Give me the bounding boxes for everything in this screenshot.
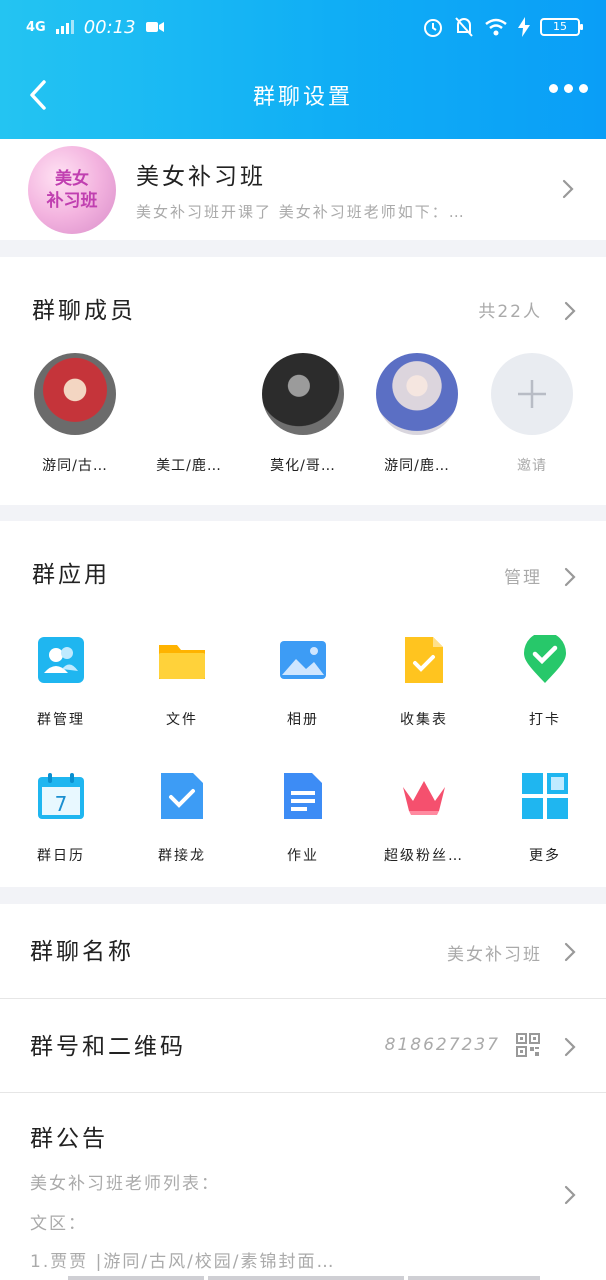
apps-title: 群应用 bbox=[32, 562, 110, 588]
alarm-icon bbox=[424, 19, 442, 37]
dot-icon bbox=[549, 84, 558, 93]
app-label: 收集表 bbox=[400, 712, 448, 728]
signal-icon bbox=[55, 20, 74, 34]
app-more[interactable]: 更多 bbox=[495, 771, 595, 865]
app-super-fans[interactable]: 超级粉丝… bbox=[374, 771, 474, 865]
app-label: 相册 bbox=[287, 712, 319, 728]
group-notice-row[interactable]: 群公告 美女补习班老师列表： 文区： 1.贾贾 |游同/古风/校园/素锦封面… bbox=[0, 1093, 606, 1280]
chevron-right-icon bbox=[562, 179, 574, 199]
app-collect-form[interactable]: 收集表 bbox=[374, 635, 474, 729]
member-avatar bbox=[148, 353, 230, 435]
member-avatar bbox=[262, 353, 344, 435]
page-title: 群聊设置 bbox=[252, 85, 353, 110]
dot-icon bbox=[579, 84, 588, 93]
scroll-indicator bbox=[408, 1276, 540, 1280]
nav-bar: 群聊设置 bbox=[0, 70, 606, 120]
invite-label: 邀请 bbox=[517, 458, 547, 474]
crown-icon bbox=[403, 781, 445, 815]
group-latest-message: 美女补习班开课了 美女补习班老师如下：… bbox=[136, 203, 466, 221]
charging-icon bbox=[518, 17, 530, 37]
group-info-card[interactable]: 美女 补习班 美女补习班 美女补习班开课了 美女补习班老师如下：… bbox=[0, 139, 606, 240]
app-header: 4G 00:13 15 群聊设置 bbox=[0, 0, 606, 139]
app-calendar[interactable]: 7 群日历 bbox=[11, 771, 111, 865]
group-number-label: 群号和二维码 bbox=[30, 1034, 186, 1060]
network-indicator: 4G bbox=[26, 19, 46, 35]
notice-line: 美女补习班老师列表： bbox=[30, 1174, 220, 1194]
folder-icon bbox=[159, 645, 205, 679]
album-icon bbox=[280, 641, 326, 679]
app-label: 打卡 bbox=[529, 712, 561, 728]
member-name: 莫化/哥… bbox=[270, 458, 336, 474]
battery-indicator: 15 bbox=[540, 18, 583, 36]
app-label: 超级粉丝… bbox=[384, 848, 464, 864]
status-time: 00:13 bbox=[83, 16, 136, 38]
app-relay[interactable]: 群接龙 bbox=[132, 771, 232, 865]
app-checkin[interactable]: 打卡 bbox=[495, 632, 595, 729]
chevron-right-icon bbox=[564, 1185, 576, 1205]
qr-code-icon bbox=[516, 1033, 540, 1057]
notice-line: 文区： bbox=[30, 1214, 87, 1234]
video-icon bbox=[145, 22, 164, 32]
member-name: 游同/鹿… bbox=[384, 458, 450, 474]
relay-icon bbox=[161, 773, 203, 819]
scroll-indicator bbox=[208, 1276, 404, 1280]
chevron-right-icon bbox=[564, 942, 576, 962]
dot-icon bbox=[564, 84, 573, 93]
avatar-text: 美女 bbox=[55, 169, 89, 189]
calendar-icon: 7 bbox=[38, 773, 84, 819]
group-number-value: 818627237 bbox=[384, 1035, 500, 1055]
app-label: 群日历 bbox=[37, 848, 85, 864]
group-name-row[interactable]: 群聊名称 美女补习班 bbox=[0, 904, 606, 998]
apps-manage-link[interactable]: 管理 bbox=[504, 563, 542, 588]
group-name-value: 美女补习班 bbox=[447, 945, 542, 965]
wifi-icon bbox=[485, 18, 507, 36]
back-button[interactable] bbox=[24, 78, 58, 112]
collect-form-icon bbox=[405, 637, 443, 683]
group-name-label: 群聊名称 bbox=[30, 939, 134, 965]
settings-list: 群聊名称 美女补习班 群号和二维码 818627237 群公告 美女补习班老师列… bbox=[0, 904, 606, 1280]
app-label: 群管理 bbox=[37, 712, 85, 728]
member-name: 美工/鹿… bbox=[156, 458, 222, 474]
chevron-right-icon[interactable] bbox=[564, 301, 576, 321]
invite-button[interactable]: 邀请 bbox=[487, 353, 577, 475]
group-avatar: 美女 补习班 bbox=[28, 146, 116, 234]
member-item[interactable]: 莫化/哥… bbox=[258, 353, 348, 475]
more-options-button[interactable] bbox=[549, 84, 588, 93]
app-label: 作业 bbox=[287, 848, 319, 864]
scroll-indicator bbox=[68, 1276, 204, 1280]
add-icon bbox=[491, 353, 573, 435]
member-item[interactable]: 游同/古… bbox=[30, 353, 120, 475]
app-label: 更多 bbox=[529, 848, 561, 864]
status-bar: 4G 00:13 15 bbox=[26, 12, 583, 42]
app-label: 文件 bbox=[166, 712, 198, 728]
app-files[interactable]: 文件 bbox=[132, 635, 232, 729]
chevron-right-icon[interactable] bbox=[564, 567, 576, 587]
notice-line: 1.贾贾 |游同/古风/校园/素锦封面… bbox=[30, 1252, 336, 1272]
homework-icon bbox=[284, 773, 322, 819]
group-apps-card: 群应用 管理 群管理 文件 相册 收集表 打卡 7 群日历 群接龙 作业 超级粉… bbox=[0, 521, 606, 887]
member-item[interactable]: 美工/鹿… bbox=[144, 353, 234, 475]
member-name: 游同/古… bbox=[42, 458, 108, 474]
member-avatar bbox=[34, 353, 116, 435]
members-card: 群聊成员 共22人 游同/古… 美工/鹿… 莫化/哥… 游同/鹿… 邀请 bbox=[0, 257, 606, 505]
member-count[interactable]: 共22人 bbox=[478, 297, 542, 322]
checkin-icon bbox=[524, 632, 566, 683]
app-group-manage[interactable]: 群管理 bbox=[11, 635, 111, 729]
svg-text:7: 7 bbox=[55, 792, 68, 816]
app-album[interactable]: 相册 bbox=[253, 635, 353, 729]
group-manage-icon bbox=[38, 637, 84, 683]
mute-bell-icon bbox=[455, 17, 473, 37]
member-avatar bbox=[376, 353, 458, 435]
app-homework[interactable]: 作业 bbox=[253, 771, 353, 865]
avatar-text: 补习班 bbox=[46, 191, 98, 211]
member-item[interactable]: 游同/鹿… bbox=[372, 353, 462, 475]
more-grid-icon bbox=[522, 773, 568, 819]
members-title: 群聊成员 bbox=[32, 298, 136, 324]
chevron-right-icon bbox=[564, 1037, 576, 1057]
group-name: 美女补习班 bbox=[136, 164, 266, 190]
group-number-row[interactable]: 群号和二维码 818627237 bbox=[0, 999, 606, 1092]
group-notice-label: 群公告 bbox=[30, 1126, 108, 1152]
app-label: 群接龙 bbox=[158, 848, 206, 864]
